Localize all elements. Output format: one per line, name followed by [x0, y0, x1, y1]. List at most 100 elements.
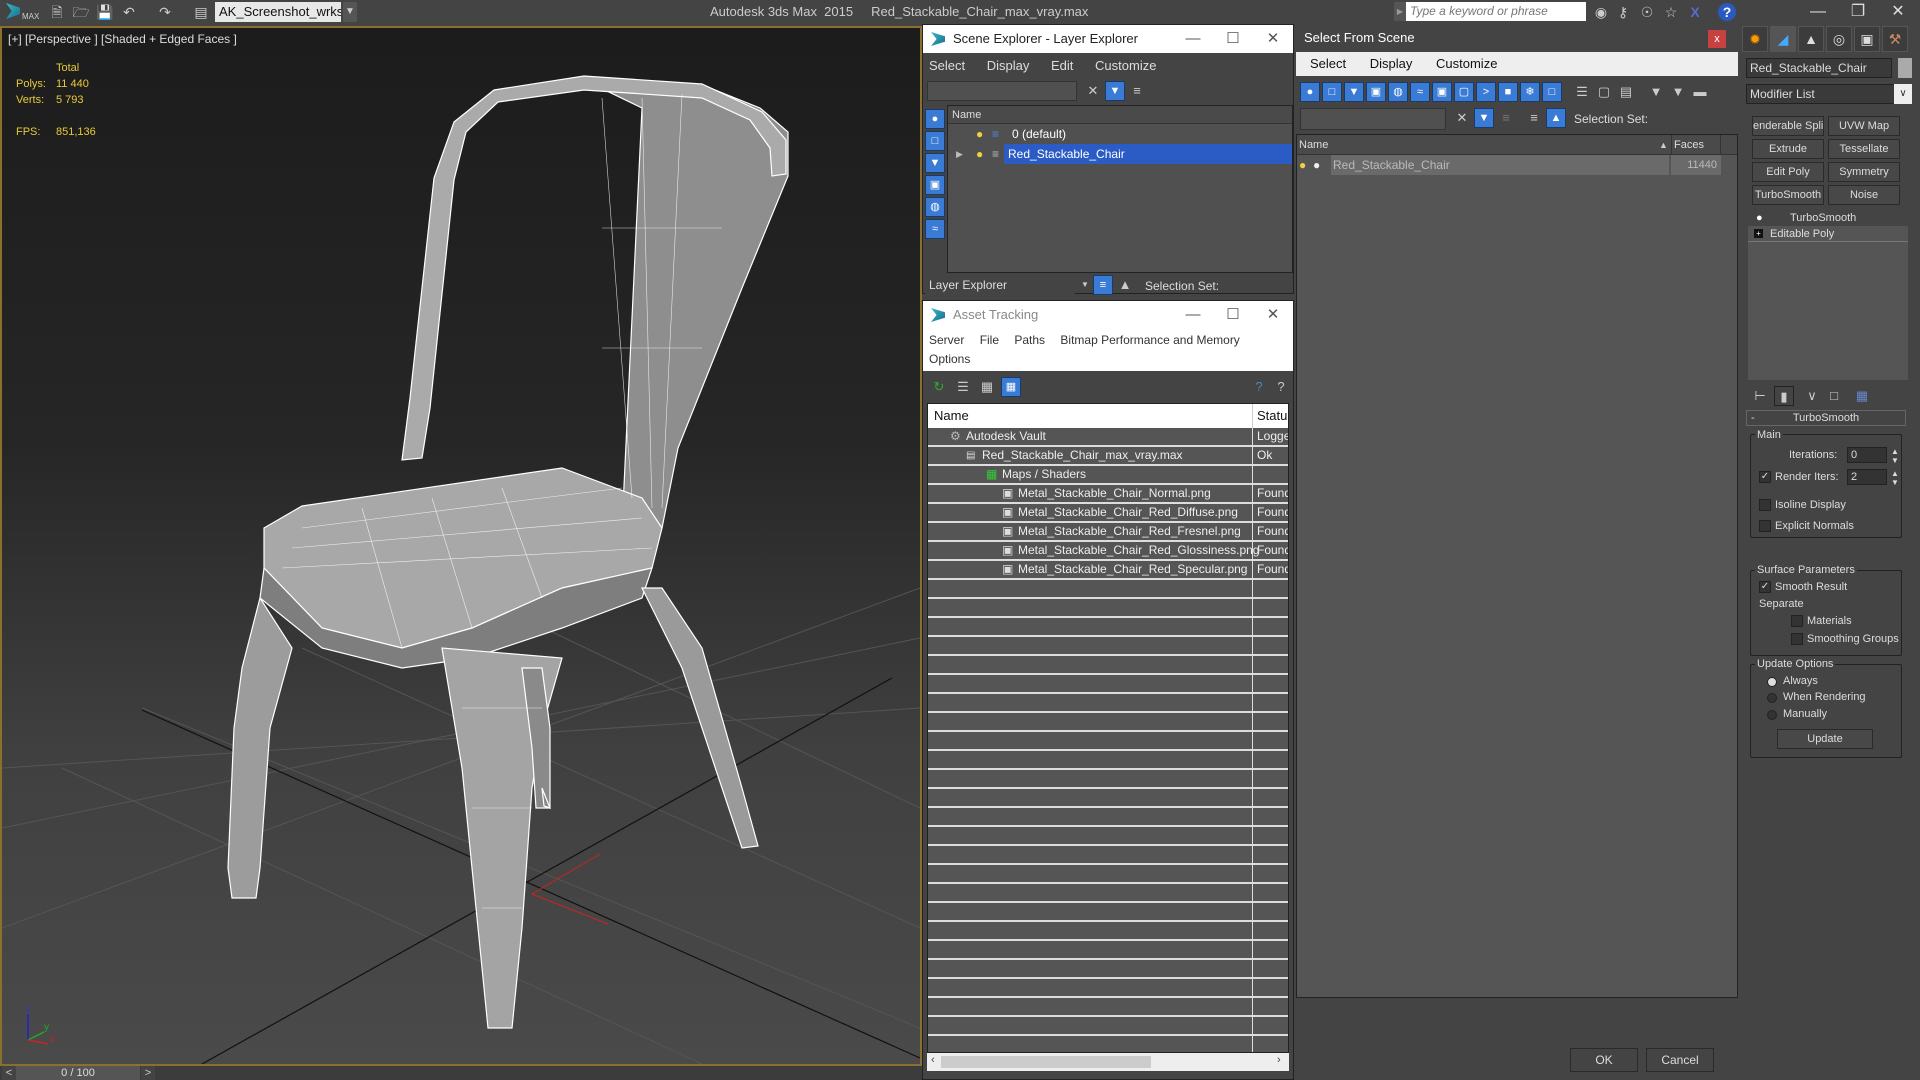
create-tab-icon[interactable]: ✹: [1742, 26, 1768, 52]
asset-tracking-titlebar[interactable]: Asset Tracking — ☐ ✕: [923, 301, 1293, 329]
menu-customize[interactable]: Customize: [1436, 56, 1497, 71]
restore-button[interactable]: ❐: [1838, 0, 1878, 24]
layer-settings-icon[interactable]: ≡: [1127, 81, 1147, 101]
modify-tab-icon[interactable]: ◢: [1770, 26, 1796, 52]
thumbnail-view-icon[interactable]: ▦: [977, 377, 997, 397]
display-xrefs-icon[interactable]: ▢: [1454, 82, 1474, 102]
minimize-button[interactable]: —: [1173, 301, 1213, 329]
close-button[interactable]: ✕: [1253, 301, 1293, 329]
refresh-icon[interactable]: ↻: [929, 377, 949, 397]
make-unique-icon[interactable]: ∨: [1802, 386, 1822, 406]
expand-plus-icon[interactable]: +: [1754, 229, 1763, 238]
chair-mesh[interactable]: [227, 75, 789, 1029]
favorites-star-icon[interactable]: ☆: [1662, 3, 1680, 21]
find-input[interactable]: [1300, 108, 1446, 130]
column-chooser-icon[interactable]: ▬: [1690, 82, 1710, 102]
table-row[interactable]: ▣ Metal_Stackable_Chair_Red_Diffuse.png Fo…: [928, 504, 1288, 523]
display-lights-icon[interactable]: ▼: [925, 153, 945, 173]
noise-button[interactable]: Noise: [1828, 185, 1900, 205]
spinner-arrows-icon[interactable]: ▲ ▼: [1891, 469, 1899, 487]
table-row[interactable]: ▣ Metal_Stackable_Chair_Red_Specular.png F…: [928, 561, 1288, 580]
update-button[interactable]: Update: [1777, 729, 1873, 749]
scroll-left-icon[interactable]: ‹: [931, 1054, 935, 1066]
lightbulb-icon[interactable]: ●: [976, 124, 983, 144]
tessellate-button[interactable]: Tessellate: [1828, 139, 1900, 159]
hierarchy-tab-icon[interactable]: ▲: [1798, 26, 1824, 52]
extrude-button[interactable]: Extrude: [1752, 139, 1824, 159]
help-icon[interactable]: ?: [1271, 377, 1291, 397]
menu-customize[interactable]: Customize: [1095, 58, 1156, 73]
display-shapes-icon[interactable]: □: [925, 131, 945, 151]
binoculars-icon[interactable]: ◉: [1592, 3, 1610, 21]
stack-item[interactable]: ● TurboSmooth: [1748, 210, 1908, 226]
display-shapes-icon[interactable]: □: [1322, 82, 1342, 102]
scroll-thumb[interactable]: [941, 1056, 1151, 1068]
always-radio[interactable]: [1767, 677, 1777, 687]
display-helpers-icon[interactable]: ◍: [1388, 82, 1408, 102]
render-iters-spinner[interactable]: 2: [1847, 469, 1887, 485]
lightbulb-icon[interactable]: ●: [1299, 155, 1306, 175]
filter-icon[interactable]: ▼: [1105, 81, 1125, 101]
select-from-scene-title[interactable]: Select From Scene: [1296, 24, 1738, 52]
list-item[interactable]: ● ● Red_Stackable_Chair 11440: [1297, 155, 1737, 175]
utilities-tab-icon[interactable]: ⚒: [1882, 26, 1908, 52]
display-helpers-icon[interactable]: ◍: [925, 197, 945, 217]
maximize-button[interactable]: ☐: [1213, 301, 1253, 329]
table-row[interactable]: ⚙ Autodesk Vault Logge: [928, 428, 1288, 447]
scroll-right-icon[interactable]: ›: [1277, 1054, 1281, 1066]
minimize-button[interactable]: —: [1798, 0, 1838, 24]
explicit-normals-checkbox[interactable]: [1759, 520, 1771, 532]
next-frame-button[interactable]: >: [141, 1066, 155, 1080]
advanced-filter-icon[interactable]: ▼: [1668, 82, 1688, 102]
symmetry-button[interactable]: Symmetry: [1828, 162, 1900, 182]
vault-help-icon[interactable]: ?: [1249, 377, 1269, 397]
menu-select[interactable]: Select: [929, 58, 965, 73]
workspace-dropdown[interactable]: AK_Screenshot_wrksp: [215, 2, 341, 22]
display-groups-icon[interactable]: ▣: [1432, 82, 1452, 102]
select-invert-icon[interactable]: ▤: [1616, 82, 1636, 102]
display-cameras-icon[interactable]: ▣: [1366, 82, 1386, 102]
search-expand-icon[interactable]: ▶: [1394, 2, 1406, 21]
layer-row[interactable]: ● ≡ 0 (default): [948, 124, 1292, 144]
menu-file[interactable]: File: [980, 333, 999, 347]
column-header-status[interactable]: Status: [1252, 404, 1288, 428]
clear-search-icon[interactable]: ✕: [1083, 81, 1103, 101]
table-row[interactable]: ▤ Red_Stackable_Chair_max_vray.max Ok: [928, 447, 1288, 466]
object-name-field[interactable]: Red_Stackable_Chair: [1746, 58, 1892, 78]
display-cameras-icon[interactable]: ▣: [925, 175, 945, 195]
ok-button[interactable]: OK: [1570, 1048, 1638, 1072]
layer-settings-icon[interactable]: ≡: [1496, 108, 1516, 128]
close-button[interactable]: x: [1708, 30, 1726, 48]
expand-arrow-icon[interactable]: ▶: [956, 144, 963, 164]
sort-by-layer-icon[interactable]: ≡: [1093, 275, 1113, 295]
display-spacewarps-icon[interactable]: ≈: [925, 219, 945, 239]
lightbulb-icon[interactable]: ●: [976, 144, 983, 164]
list-view-icon[interactable]: ☰: [953, 377, 973, 397]
render-iters-checkbox[interactable]: ✓: [1759, 471, 1771, 483]
scene-explorer-titlebar[interactable]: Scene Explorer - Layer Explorer — ☐ ✕: [923, 25, 1293, 53]
app-menu-button[interactable]: MAX: [4, 2, 40, 22]
menu-display[interactable]: Display: [1370, 56, 1413, 71]
filter-icon[interactable]: ▼: [1474, 108, 1494, 128]
filter-funnel-icon[interactable]: ▼: [1646, 82, 1666, 102]
previous-frame-button[interactable]: <: [2, 1066, 16, 1080]
renderable-spline-button[interactable]: enderable Splin: [1752, 116, 1824, 136]
spinner-arrows-icon[interactable]: ▲ ▼: [1891, 447, 1899, 465]
object-color-swatch[interactable]: [1898, 58, 1912, 78]
configure-modifier-sets-icon[interactable]: ▦: [1852, 386, 1872, 406]
when-rendering-radio[interactable]: [1767, 693, 1777, 703]
satellite-icon[interactable]: ☉: [1638, 3, 1656, 21]
smooth-result-checkbox[interactable]: ✓: [1759, 581, 1771, 593]
select-none-icon[interactable]: ▢: [1594, 82, 1614, 102]
perspective-viewport[interactable]: [+] [Perspective ] [Shaded + Edged Faces…: [0, 26, 922, 1066]
minimize-button[interactable]: —: [1173, 25, 1213, 53]
layer-row[interactable]: ▶ ● ≡ Red_Stackable_Chair: [948, 144, 1292, 164]
turbosmooth-rollout-header[interactable]: - TurboSmooth: [1746, 410, 1906, 426]
column-header-faces[interactable]: Faces: [1671, 135, 1721, 155]
horizontal-scrollbar[interactable]: ‹ ›: [927, 1053, 1289, 1071]
table-view-icon[interactable]: ▦: [1001, 377, 1021, 397]
table-row[interactable]: ▣ Metal_Stackable_Chair_Normal.png Found: [928, 485, 1288, 504]
edit-poly-button[interactable]: Edit Poly: [1752, 162, 1824, 182]
maximize-button[interactable]: ☐: [1213, 25, 1253, 53]
display-containers-icon[interactable]: ■: [1498, 82, 1518, 102]
